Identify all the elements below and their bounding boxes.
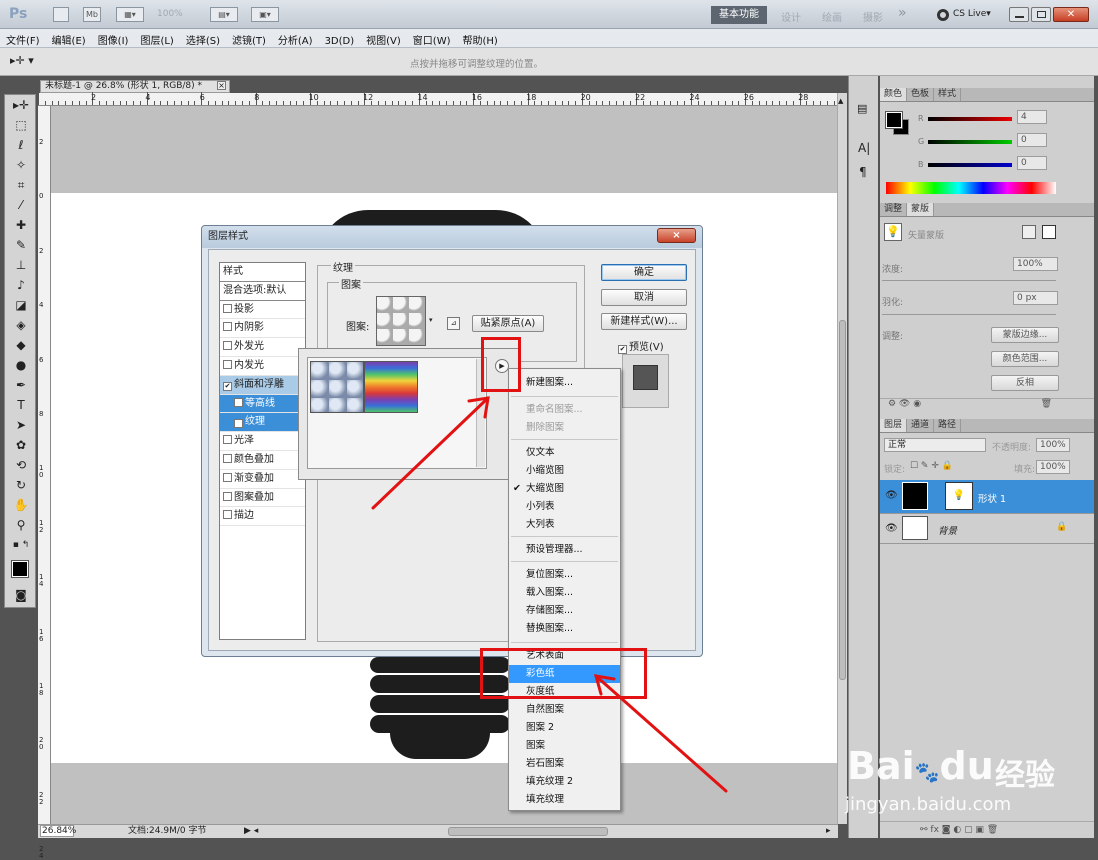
watermark-paw-icon: 🐾 xyxy=(914,760,940,784)
fg-color-chip[interactable] xyxy=(885,111,903,129)
watermark: Bai🐾du 经验 jingyan.baidu.com xyxy=(845,744,1085,824)
ruler-v-label: 2 4 xyxy=(39,845,44,860)
watermark-brand: Bai🐾du xyxy=(847,744,994,788)
watermark-url: jingyan.baidu.com xyxy=(845,794,1012,815)
watermark-cn: 经验 xyxy=(995,758,1055,793)
annotation-arrows xyxy=(371,396,728,793)
